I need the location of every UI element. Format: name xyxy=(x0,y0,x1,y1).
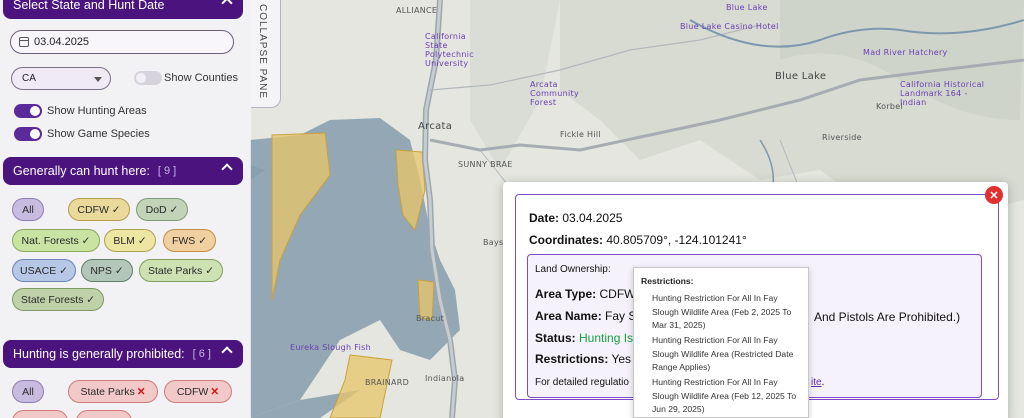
date-value: 03.04.2025 xyxy=(562,211,623,225)
area-name-label: Area Name: xyxy=(535,309,602,323)
map-label-blue-lake: Blue Lake xyxy=(775,71,827,82)
show-hunting-areas-label: Show Hunting Areas xyxy=(47,105,147,117)
chevron-up-icon[interactable] xyxy=(221,163,233,175)
chip-can-hunt-nat-forests[interactable]: Nat. Forests ✓ xyxy=(12,229,100,252)
area-type-value: CDFW xyxy=(599,287,636,301)
chevron-up-icon[interactable] xyxy=(221,346,233,358)
map-poi-eureka-slough[interactable]: Eureka Slough Fish xyxy=(290,343,371,352)
map-poi-arcata-community-forest[interactable]: Arcata Community Forest xyxy=(530,80,579,107)
hunt-date-input[interactable]: 03.04.2025 xyxy=(10,30,234,54)
prohibited-header[interactable]: Hunting is generally prohibited: [ 6 ] xyxy=(3,340,243,368)
map-label-alliance: ALLIANCE xyxy=(396,6,438,15)
regulations-period: . xyxy=(821,377,825,388)
x-icon: ✕ xyxy=(210,385,220,398)
chip-can-hunt-blm[interactable]: BLM ✓ xyxy=(104,229,156,252)
show-game-species-toggle[interactable] xyxy=(14,127,42,141)
show-counties-label: Show Counties xyxy=(164,72,238,84)
chip-can-hunt-nps[interactable]: NPS ✓ xyxy=(81,259,133,282)
show-counties-toggle[interactable] xyxy=(134,71,162,85)
state-select-value: CA xyxy=(22,73,36,84)
can-hunt-title: Generally can hunt here: xyxy=(13,164,150,178)
restriction-item: Hunting Restriction For All In Fay Sloug… xyxy=(652,293,792,330)
coordinates-value: 40.805709°, -124.101241° xyxy=(606,233,747,247)
chip-label: State Parks xyxy=(80,385,135,398)
land-ownership-title: Land Ownership: xyxy=(535,264,611,275)
map-poi-historical-landmark[interactable]: California Historical Landmark 164 - Ind… xyxy=(900,80,990,107)
regulations-text: For detailed regulatio xyxy=(535,377,629,388)
chip-prohibited-state-parks[interactable]: State Parks ✕ xyxy=(68,380,158,403)
close-icon[interactable]: ✕ xyxy=(985,186,1003,204)
area-type-line: Area Type: CDFW xyxy=(535,287,635,301)
collapse-pane-label: COLLAPSE PANE xyxy=(257,4,268,100)
can-hunt-count: [ 9 ] xyxy=(157,165,177,177)
chip-can-hunt-dod[interactable]: DoD ✓ xyxy=(136,198,188,221)
map-label-korbel: Korbel xyxy=(876,102,904,111)
chip-can-hunt-fws[interactable]: FWS ✓ xyxy=(163,229,216,252)
chip-can-hunt-cdfw[interactable]: CDFW ✓ xyxy=(68,198,130,221)
map-poi-cal-poly[interactable]: California State Polytechnic University xyxy=(425,32,474,68)
calendar-icon xyxy=(19,37,29,47)
prohibited-count: [ 6 ] xyxy=(192,348,211,360)
map-label-sunny-brae: SUNNY BRAE xyxy=(458,160,513,169)
chip-prohibited-all[interactable]: All xyxy=(12,380,44,403)
restriction-item: Hunting Restriction For All In Fay Sloug… xyxy=(652,335,794,372)
state-select[interactable]: CA xyxy=(11,67,111,90)
coordinates-label: Coordinates: xyxy=(529,233,604,247)
select-state-date-header[interactable]: Select State and Hunt Date xyxy=(3,0,243,19)
chip-can-hunt-all[interactable]: All xyxy=(12,198,44,221)
map-label-bracut: Bracut xyxy=(416,314,445,323)
restrictions-tooltip: Restrictions: Hunting Restriction For Al… xyxy=(633,267,809,418)
map-label-fickle-hill: Fickle Hill xyxy=(560,130,601,139)
map-label-arcata: Arcata xyxy=(418,121,453,132)
x-icon: ✕ xyxy=(136,385,146,398)
map-label-indianola: Indianola xyxy=(425,374,465,383)
date-label: Date: xyxy=(529,211,560,225)
restrictions-value: Yes xyxy=(611,352,632,366)
restrictions-line[interactable]: Restrictions: Yes xyxy=(535,352,631,366)
chip-label: CDFW xyxy=(176,385,209,398)
restrictions-tooltip-title: Restrictions: xyxy=(641,276,694,286)
map-poi-mad-river-hatchery[interactable]: Mad River Hatchery xyxy=(863,48,948,57)
map-label-bay: Bays xyxy=(483,238,504,247)
status-line: Status: Hunting Is xyxy=(535,331,633,345)
map-label-riverside: Riverside xyxy=(822,133,862,142)
dropdown-caret-icon xyxy=(94,77,102,82)
chip-can-hunt-state-forests[interactable]: State Forests ✓ xyxy=(12,288,104,311)
chevron-up-icon[interactable] xyxy=(221,0,233,9)
status-value: Hunting Is xyxy=(579,331,634,345)
map-poi-blue-lake[interactable]: Blue Lake xyxy=(726,3,768,12)
regulations-link-line[interactable]: ite. xyxy=(811,377,824,388)
prohibited-title: Hunting is generally prohibited: xyxy=(13,347,185,361)
can-hunt-header[interactable]: Generally can hunt here: [ 9 ] xyxy=(3,157,243,185)
popup-coordinates-line: Coordinates: 40.805709°, -124.101241° xyxy=(529,233,747,247)
chip-can-hunt-usace[interactable]: USACE ✓ xyxy=(12,259,76,282)
restriction-item: Hunting Restriction For All In Fay Sloug… xyxy=(652,377,797,414)
hunt-date-value: 03.04.2025 xyxy=(34,36,90,48)
area-name-tail: And Pistols Are Prohibited.) xyxy=(814,310,961,324)
status-label: Status: xyxy=(535,331,576,345)
regulations-link[interactable]: ite xyxy=(811,377,822,388)
restrictions-label: Restrictions: xyxy=(535,352,609,366)
sidebar: Select State and Hunt Date 03.04.2025 CA… xyxy=(0,0,251,418)
section-title: Select State and Hunt Date xyxy=(13,0,165,12)
show-hunting-areas-toggle[interactable] xyxy=(14,104,42,118)
map-label-brainard: BRAINARD xyxy=(365,378,410,387)
area-type-label: Area Type: xyxy=(535,287,597,301)
area-name-line: Area Name: Fay Sl xyxy=(535,309,639,323)
show-game-species-label: Show Game Species xyxy=(47,128,150,140)
chip-prohibited-cut-2[interactable] xyxy=(76,410,132,418)
popup-date-line: Date: 03.04.2025 xyxy=(529,211,622,225)
chip-prohibited-cdfw[interactable]: CDFW ✕ xyxy=(164,380,232,403)
chip-can-hunt-state-parks[interactable]: State Parks ✓ xyxy=(139,259,223,282)
collapse-pane-button[interactable]: COLLAPSE PANE xyxy=(251,0,281,108)
map-poi-casino[interactable]: Blue Lake Casino Hotel xyxy=(680,22,779,31)
chip-prohibited-cut-1[interactable] xyxy=(12,410,68,418)
